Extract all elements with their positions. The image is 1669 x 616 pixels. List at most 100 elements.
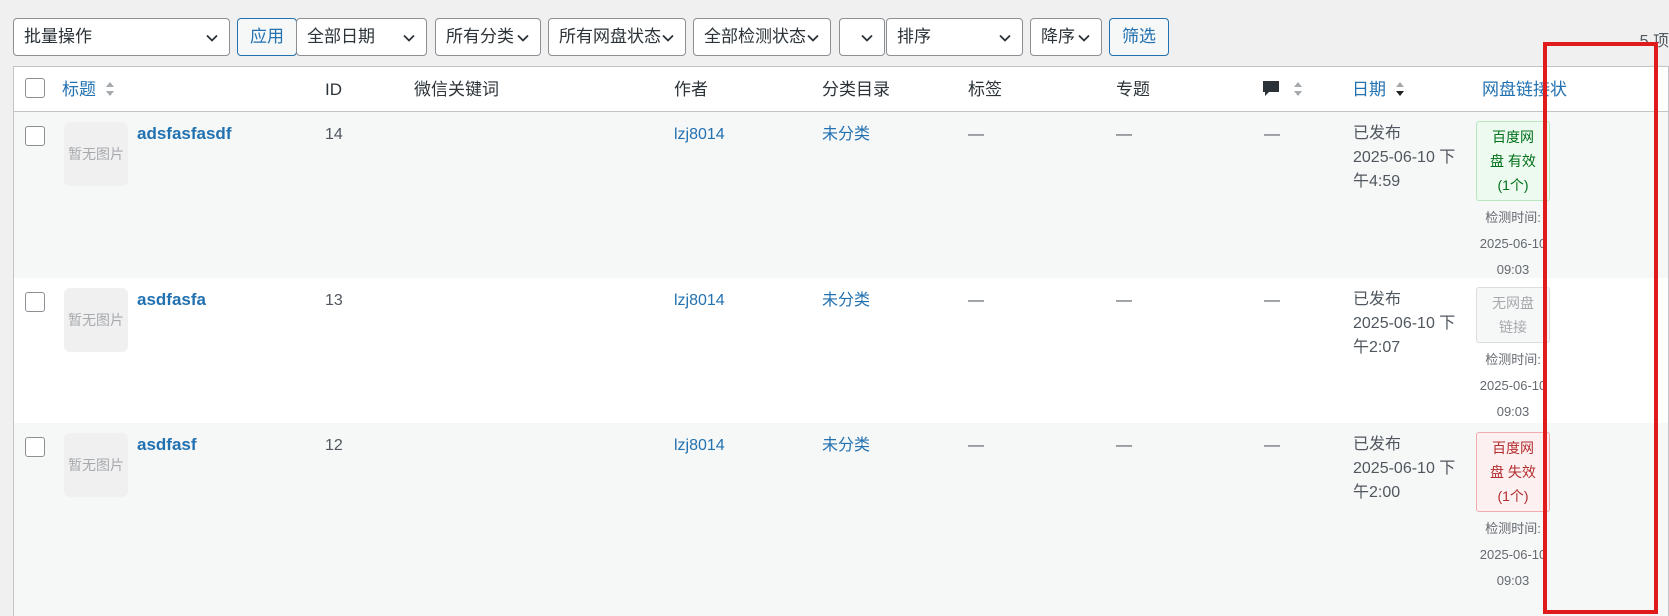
column-date[interactable]: 日期 <box>1352 67 1405 112</box>
post-thumbnail: 暂无图片 <box>64 122 128 186</box>
post-comments: — <box>1264 126 1280 143</box>
post-date-status: 已发布 <box>1353 436 1402 453</box>
post-id: 12 <box>325 437 343 454</box>
post-category-link[interactable]: 未分类 <box>822 289 870 313</box>
sort-by-select[interactable]: 排序 <box>886 18 1023 56</box>
post-date-line2: 午2:00 <box>1353 484 1401 501</box>
netdisk-status-filter-value: 所有网盘状态 <box>559 27 661 46</box>
post-tags: — <box>968 437 984 454</box>
apply-button[interactable]: 应用 <box>237 18 297 56</box>
post-category-link[interactable]: 未分类 <box>822 123 870 147</box>
post-thumbnail: 暂无图片 <box>64 433 128 497</box>
column-title[interactable]: 标题 <box>62 67 115 112</box>
column-netdisk-status[interactable]: 网盘链接状 <box>1482 67 1567 112</box>
sort-icon <box>1293 81 1302 96</box>
netdisk-status-filter-select[interactable]: 所有网盘状态 <box>548 18 686 56</box>
item-count: 5 项 <box>1639 33 1669 50</box>
badge-line: 百度网 <box>1492 440 1534 456</box>
post-tags: — <box>968 292 984 309</box>
netdisk-status-badge: 百度网 盘 失效 (1个) <box>1476 432 1550 512</box>
badge-line: 链接 <box>1499 319 1527 335</box>
check-time: 09:03 <box>1496 404 1530 419</box>
bulk-action-value: 批量操作 <box>24 27 92 46</box>
table-row: 暂无图片 adsfasfasdf 14 lzj8014 未分类 — — — 已发… <box>14 112 1668 278</box>
row-checkbox[interactable] <box>25 437 45 457</box>
netdisk-status-badge: 百度网 盘 有效 (1个) <box>1476 121 1550 201</box>
check-status-filter-select[interactable]: 全部检测状态 <box>693 18 831 56</box>
post-date-line2: 午4:59 <box>1353 173 1401 190</box>
badge-line: 盘 失效 <box>1490 464 1536 480</box>
post-comments: — <box>1264 292 1280 309</box>
sort-order-value: 降序 <box>1041 27 1075 46</box>
chevron-down-icon <box>403 34 415 42</box>
post-author-link[interactable]: lzj8014 <box>674 434 725 458</box>
chevron-down-icon <box>662 34 674 42</box>
post-id: 14 <box>325 126 343 143</box>
chevron-down-icon <box>1078 34 1090 42</box>
post-date-status: 已发布 <box>1353 291 1402 308</box>
post-author-link[interactable]: lzj8014 <box>674 123 725 147</box>
sort-by-value: 排序 <box>897 27 931 46</box>
filter-button[interactable]: 筛选 <box>1109 18 1169 56</box>
badge-line: (1个) <box>1497 488 1529 504</box>
filter-toolbar: 批量操作 应用 全部日期 所有分类 所有网盘状态 全部检测状态 排序 降序 筛选… <box>13 18 1669 56</box>
row-checkbox[interactable] <box>25 292 45 312</box>
post-title-link[interactable]: asdfasf <box>137 435 197 455</box>
netdisk-status-badge: 无网盘 链接 <box>1476 287 1550 343</box>
check-time-label: 检测时间: <box>1485 521 1541 536</box>
category-filter-select[interactable]: 所有分类 <box>435 18 541 56</box>
check-time-label: 检测时间: <box>1485 210 1541 225</box>
check-date: 2025-06-10 <box>1479 547 1547 562</box>
post-category-link[interactable]: 未分类 <box>822 434 870 458</box>
extra-filter-select[interactable] <box>839 18 885 56</box>
date-filter-select[interactable]: 全部日期 <box>296 18 427 56</box>
column-topic: 专题 <box>1116 80 1150 99</box>
check-time: 09:03 <box>1496 573 1530 588</box>
check-date: 2025-06-10 <box>1479 378 1547 393</box>
chevron-down-icon <box>206 34 218 42</box>
chevron-down-icon <box>517 34 529 42</box>
row-checkbox[interactable] <box>25 126 45 146</box>
column-wechat-keyword: 微信关键词 <box>414 80 499 99</box>
column-category: 分类目录 <box>822 80 890 99</box>
select-all-checkbox[interactable] <box>25 78 45 98</box>
post-date: 已发布 2025-06-10 下 午2:00 <box>1353 433 1455 505</box>
post-topic: — <box>1116 292 1132 309</box>
post-date-line1: 2025-06-10 下 <box>1353 460 1456 477</box>
netdisk-status-cell: 无网盘 链接 检测时间: 2025-06-10 09:03 <box>1466 287 1560 425</box>
post-date-status: 已发布 <box>1353 125 1402 142</box>
chevron-down-icon <box>807 34 819 42</box>
post-id: 13 <box>325 292 343 309</box>
category-filter-value: 所有分类 <box>446 27 514 46</box>
post-date-line1: 2025-06-10 下 <box>1353 315 1456 332</box>
post-thumbnail: 暂无图片 <box>64 288 128 352</box>
post-date-line2: 午2:07 <box>1353 339 1401 356</box>
check-time-info: 检测时间: 2025-06-10 09:03 <box>1466 205 1560 283</box>
column-author: 作者 <box>674 80 708 99</box>
check-time-info: 检测时间: 2025-06-10 09:03 <box>1466 347 1560 425</box>
badge-line: 无网盘 <box>1492 295 1534 311</box>
post-date-line1: 2025-06-10 下 <box>1353 149 1456 166</box>
post-author-link[interactable]: lzj8014 <box>674 289 725 313</box>
netdisk-status-cell: 百度网 盘 失效 (1个) 检测时间: 2025-06-10 09:03 <box>1466 432 1560 594</box>
check-status-filter-value: 全部检测状态 <box>704 27 806 46</box>
check-time-info: 检测时间: 2025-06-10 09:03 <box>1466 516 1560 594</box>
check-time-label: 检测时间: <box>1485 352 1541 367</box>
date-filter-value: 全部日期 <box>307 27 375 46</box>
column-comments[interactable] <box>1262 67 1303 112</box>
badge-line: 百度网 <box>1492 129 1534 145</box>
column-date-label: 日期 <box>1352 80 1386 99</box>
sort-order-select[interactable]: 降序 <box>1030 18 1102 56</box>
column-title-label: 标题 <box>62 80 96 99</box>
column-tags: 标签 <box>968 80 1002 99</box>
table-row: 暂无图片 asdfasf 12 lzj8014 未分类 — — — 已发布 20… <box>14 423 1668 616</box>
post-title-link[interactable]: adsfasfasdf <box>137 124 231 144</box>
post-comments: — <box>1264 437 1280 454</box>
table-row: 暂无图片 asdfasfa 13 lzj8014 未分类 — — — 已发布 2… <box>14 278 1668 423</box>
post-date: 已发布 2025-06-10 下 午2:07 <box>1353 288 1455 360</box>
post-topic: — <box>1116 437 1132 454</box>
post-title-link[interactable]: asdfasfa <box>137 290 206 310</box>
post-date: 已发布 2025-06-10 下 午4:59 <box>1353 122 1455 194</box>
column-id: ID <box>325 80 342 99</box>
bulk-action-select[interactable]: 批量操作 <box>13 18 230 56</box>
